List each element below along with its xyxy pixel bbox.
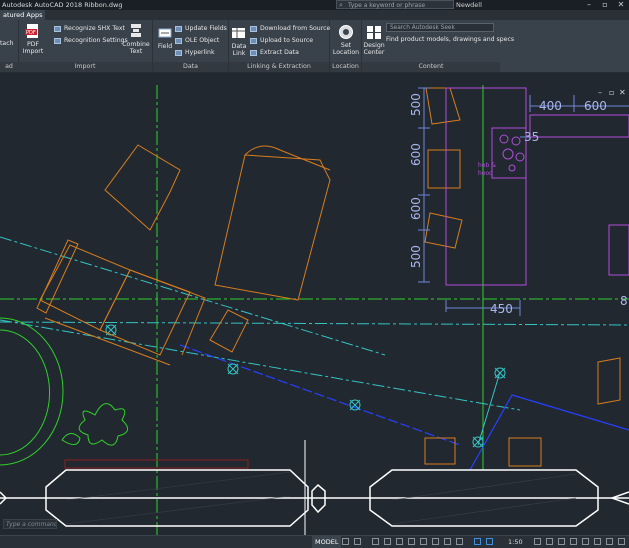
panel-content-title: Content: [362, 62, 500, 72]
ole-object-icon: [175, 38, 182, 44]
seek-search-input[interactable]: Search Autodesk Seek: [386, 23, 494, 32]
panel-import-title: Import: [18, 62, 152, 72]
dim-35: 35: [524, 130, 539, 144]
combine-text-button[interactable]: Combine Text: [122, 24, 150, 55]
update-fields-button[interactable]: Update Fields: [175, 24, 227, 34]
pdf-import-label-2: Import: [22, 48, 44, 55]
polar-icon[interactable]: [384, 538, 391, 545]
lineweight-icon[interactable]: [432, 538, 439, 545]
viewport-minimize-icon[interactable]: –: [598, 88, 602, 97]
status-bar: MODEL 1:50: [0, 535, 629, 548]
svg-text:PDF: PDF: [26, 30, 36, 36]
dim-500-top: 500: [409, 93, 423, 116]
grid-icon[interactable]: [342, 538, 349, 545]
transparency-icon[interactable]: [444, 538, 451, 545]
recognize-shx-text-button[interactable]: Recognize SHX Text: [54, 24, 125, 34]
pdf-import-label-1: PDF: [26, 41, 40, 48]
ribbon: tach ad PDF PDF Import Recognize SHX Tex…: [0, 20, 629, 73]
panel-data: Field Update Fields OLE Object Hyperlink…: [153, 20, 229, 72]
shx-icon: [54, 26, 61, 32]
panel-location-title: Location: [330, 62, 361, 72]
ribbon-tabs: atured Apps: [0, 10, 629, 20]
recognition-settings-button[interactable]: Recognition Settings: [54, 36, 128, 46]
panel-linking-title: Linking & Extraction: [229, 62, 329, 72]
units-icon[interactable]: [558, 538, 565, 545]
snap-icon[interactable]: [354, 538, 361, 545]
otrack-icon[interactable]: [420, 538, 427, 545]
isolate-objects-icon[interactable]: [594, 538, 601, 545]
hob-label: hob &: [478, 162, 496, 169]
panel-content: Design Center Search Autodesk Seek Find …: [362, 20, 629, 72]
upload-to-source-button[interactable]: Upload to Source: [250, 36, 313, 46]
workspace-gear-icon[interactable]: [534, 538, 541, 545]
download-icon: [250, 26, 257, 32]
lock-ui-icon[interactable]: [582, 538, 589, 545]
pdf-import-button[interactable]: PDF PDF Import: [22, 24, 44, 55]
download-from-source-button[interactable]: Download from Source: [250, 24, 330, 34]
hyperlink-icon: [175, 50, 182, 56]
data-link-icon: [232, 28, 245, 38]
viewport-restore-icon[interactable]: ▫: [609, 88, 614, 97]
panel-partial-title: ad: [0, 62, 18, 72]
design-center-icon: [367, 26, 381, 39]
ole-object-button[interactable]: OLE Object: [175, 36, 219, 46]
extract-data-button[interactable]: Extract Data: [250, 48, 299, 58]
viewport-close-icon[interactable]: ✕: [619, 88, 626, 97]
hood-label: hood: [478, 170, 493, 177]
dim-600-mid2: 600: [409, 197, 423, 220]
panel-data-title: Data: [153, 62, 228, 72]
clean-screen-icon[interactable]: [606, 538, 613, 545]
set-location-button[interactable]: Set Location: [331, 25, 361, 56]
extract-data-icon: [250, 50, 257, 56]
annotation-visibility-icon[interactable]: [474, 538, 481, 545]
search-icon: ⌕: [339, 1, 343, 9]
selection-cycling-icon[interactable]: [456, 538, 463, 545]
annotation-monitor-icon[interactable]: [546, 538, 553, 545]
minimize-icon[interactable]: –: [582, 0, 596, 10]
isodraft-icon[interactable]: [396, 538, 403, 545]
field-icon: [158, 28, 172, 38]
data-link-button[interactable]: Data Link: [230, 26, 248, 57]
osnap-icon[interactable]: [408, 538, 415, 545]
dim-600-mid1: 600: [409, 143, 423, 166]
model-space-toggle[interactable]: MODEL: [312, 536, 342, 548]
panel-location: Set Location Location: [330, 20, 362, 72]
title-bar: Autodesk AutoCAD 2018 Ribbon.dwg ⌕ Type …: [0, 0, 629, 10]
upload-icon: [250, 38, 257, 44]
dim-400: 400: [539, 99, 562, 113]
attach-button[interactable]: tach: [0, 40, 14, 47]
update-fields-icon: [175, 26, 182, 32]
globe-icon: [339, 25, 353, 39]
settings-icon: [54, 38, 61, 44]
help-search-placeholder: Type a keyword or phrase: [348, 2, 426, 9]
drawing-canvas[interactable]: hob & hood 400 600 500 600 600 500 450 3…: [0, 73, 629, 535]
panel-linking: Data Link Download from Source Upload to…: [229, 20, 330, 72]
panel-partial: tach ad: [0, 20, 19, 72]
auto-scale-icon[interactable]: [486, 538, 493, 545]
help-search-input[interactable]: ⌕ Type a keyword or phrase: [336, 0, 454, 9]
close-icon[interactable]: ✕: [614, 0, 628, 10]
dim-500-bottom: 500: [409, 245, 423, 268]
dim-450: 450: [490, 302, 513, 316]
user-name[interactable]: Newdell: [456, 0, 482, 10]
dim-8: 8: [620, 294, 628, 308]
panel-import: PDF PDF Import Recognize SHX Text Recogn…: [18, 20, 153, 72]
seek-find-text: Find product models, drawings and specs: [386, 36, 515, 43]
field-button[interactable]: Field: [155, 26, 175, 50]
annotation-scale[interactable]: 1:50: [508, 536, 523, 548]
maximize-icon[interactable]: ▫: [598, 0, 612, 10]
dim-600: 600: [584, 99, 607, 113]
quick-properties-icon[interactable]: [570, 538, 577, 545]
design-center-button[interactable]: Design Center: [362, 25, 386, 56]
tab-featured-apps[interactable]: atured Apps: [0, 10, 46, 20]
window-title: Autodesk AutoCAD 2018 Ribbon.dwg: [2, 1, 123, 9]
ortho-icon[interactable]: [372, 538, 379, 545]
combine-text-icon: [131, 24, 141, 37]
hyperlink-button[interactable]: Hyperlink: [175, 48, 215, 58]
command-line[interactable]: Type a command: [3, 519, 57, 529]
pdf-icon: PDF: [25, 24, 38, 38]
customize-menu-icon[interactable]: [618, 538, 625, 545]
